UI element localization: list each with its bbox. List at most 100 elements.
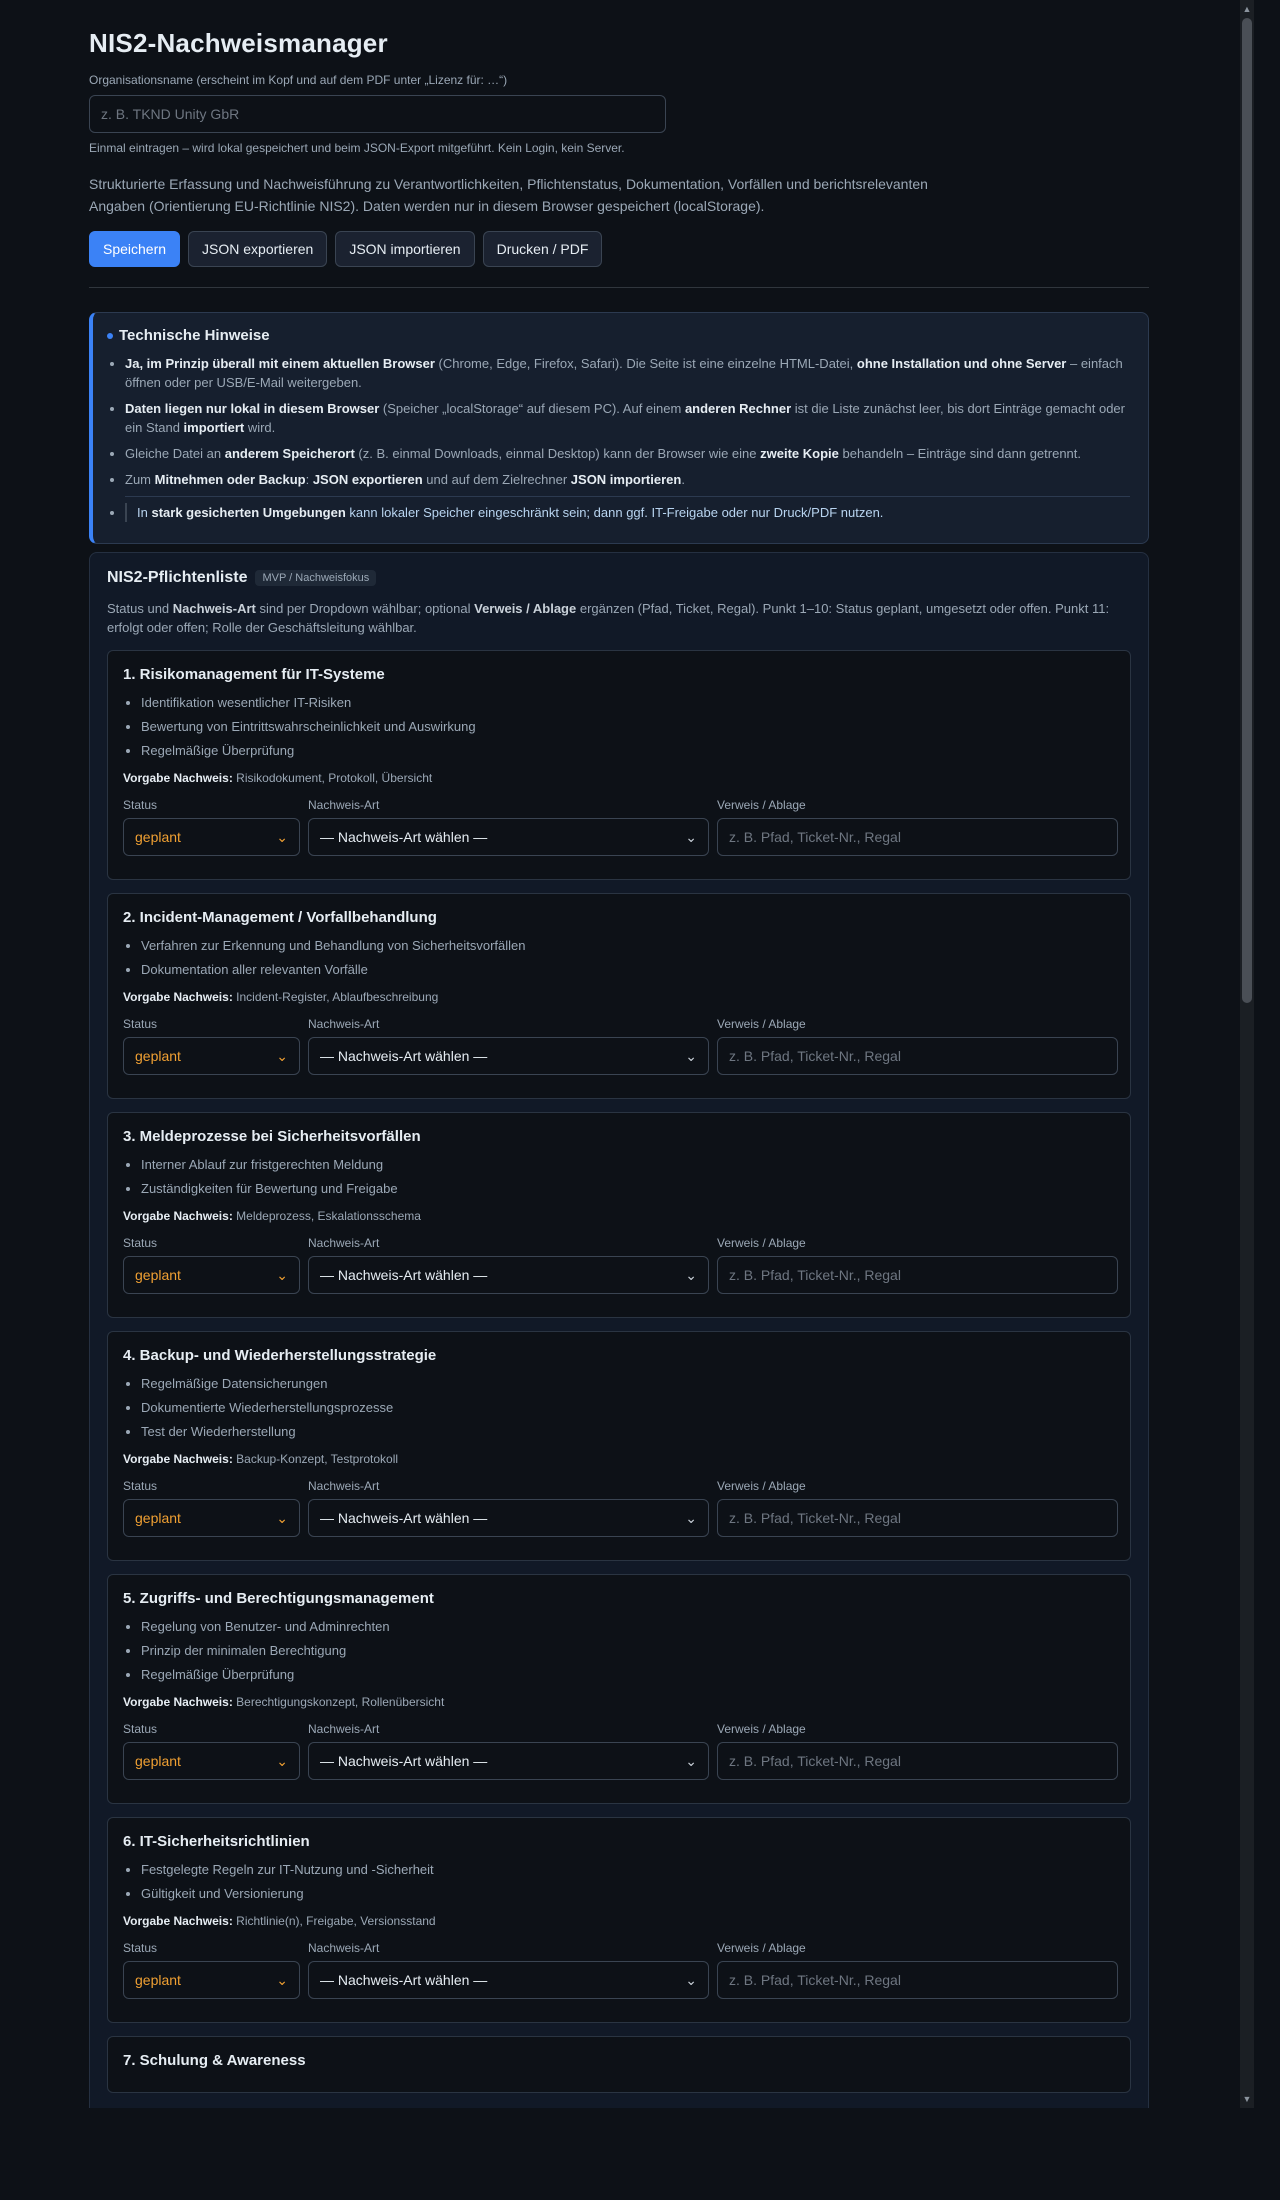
required-evidence: Vorgabe Nachweis: Backup-Konzept, Testpr… <box>123 1452 399 1466</box>
chevron-down-icon: ⌄ <box>276 1047 288 1064</box>
status-select[interactable]: geplant ⌄ <box>123 1961 300 1999</box>
reference-input[interactable] <box>717 1037 1118 1075</box>
evidence-type-select[interactable]: — Nachweis-Art wählen — ⌄ <box>308 1256 709 1294</box>
status-field: Status geplant ⌄ <box>123 1941 300 1999</box>
status-select[interactable]: geplant ⌄ <box>123 1037 300 1075</box>
org-name-input[interactable] <box>89 95 666 133</box>
evidence-type-field: Nachweis-Art — Nachweis-Art wählen — ⌄ <box>308 1236 709 1294</box>
chevron-down-icon: ⌄ <box>276 1971 288 1988</box>
checklist-item-title: 1. Risikomanagement für IT-Systeme <box>123 666 385 683</box>
status-label: Status <box>123 1941 158 1955</box>
chevron-down-icon: ⌄ <box>276 1509 288 1526</box>
required-evidence: Vorgabe Nachweis: Meldeprozess, Eskalati… <box>123 1209 421 1223</box>
chevron-down-icon: ⌄ <box>685 1752 697 1769</box>
status-label: Status <box>123 1722 158 1736</box>
reference-input[interactable] <box>717 818 1118 856</box>
status-field: Status geplant ⌄ <box>123 1236 300 1294</box>
checklist-item-bullets: Regelung von Benutzer- und Adminrechten P… <box>123 1619 1115 1683</box>
evidence-type-label: Nachweis-Art <box>308 1479 380 1493</box>
status-select[interactable]: geplant ⌄ <box>123 818 300 856</box>
evidence-type-select[interactable]: — Nachweis-Art wählen — ⌄ <box>308 1961 709 1999</box>
technical-hints-heading: Technische Hinweise <box>119 327 270 344</box>
chevron-down-icon: ⌄ <box>685 1047 697 1064</box>
evidence-type-field: Nachweis-Art — Nachweis-Art wählen — ⌄ <box>308 1017 709 1075</box>
chevron-down-icon: ⌄ <box>685 1266 697 1283</box>
checklist-item-fields: Status geplant ⌄ Nachweis-Art — Nachweis-Art… <box>123 798 1118 856</box>
evidence-type-select[interactable]: — Nachweis-Art wählen — ⌄ <box>308 1037 709 1075</box>
import-json-button[interactable]: JSON importieren <box>335 231 475 267</box>
checklist-item-card: 7. Schulung & Awareness <box>107 2036 1131 2093</box>
checklist-item-bullets: Verfahren zur Erkennung und Behandlung v… <box>123 938 1115 978</box>
checklist-item-fields: Status geplant ⌄ Nachweis-Art — Nachweis-Art… <box>123 1236 1118 1294</box>
reference-field: Verweis / Ablage <box>717 1941 1118 1999</box>
checklist-item-card: 2. Incident-Management / Vorfallbehandlu… <box>107 893 1131 1099</box>
checklist-panel: NIS2-Pflichtenliste MVP / Nachweisfokus … <box>89 552 1149 2108</box>
bullet-item: Verfahren zur Erkennung und Behandlung v… <box>141 938 1115 954</box>
chevron-down-icon: ⌄ <box>276 1752 288 1769</box>
evidence-type-label: Nachweis-Art <box>308 798 380 812</box>
save-button[interactable]: Speichern <box>89 231 181 267</box>
evidence-type-select[interactable]: — Nachweis-Art wählen — ⌄ <box>308 1742 709 1780</box>
bullet-item: Festgelegte Regeln zur IT-Nutzung und -S… <box>141 1862 1115 1878</box>
reference-label: Verweis / Ablage <box>717 1017 806 1031</box>
reference-field: Verweis / Ablage <box>717 1722 1118 1780</box>
technical-hints-list: Ja, im Prinzip überall mit einem aktuell… <box>107 354 1130 522</box>
checklist-item-title: 2. Incident-Management / Vorfallbehandlu… <box>123 909 437 926</box>
technical-hints-box: Technische Hinweise Ja, im Prinzip übera… <box>89 312 1149 544</box>
bullet-item: Regelmäßige Datensicherungen <box>141 1376 1115 1392</box>
checklist-item-bullets: Identifikation wesentlicher IT-Risiken Be… <box>123 695 1115 759</box>
bullet-item: Interner Ablauf zur fristgerechten Meldu… <box>141 1157 1115 1173</box>
vertical-scrollbar[interactable]: ▲ ▼ <box>1240 0 1254 2108</box>
checklist-item-fields: Status geplant ⌄ Nachweis-Art — Nachweis-Art… <box>123 1722 1118 1780</box>
checklist-item-title: 5. Zugriffs- und Berechtigungsmanagement <box>123 1590 434 1607</box>
evidence-type-field: Nachweis-Art — Nachweis-Art wählen — ⌄ <box>308 1722 709 1780</box>
status-select[interactable]: geplant ⌄ <box>123 1256 300 1294</box>
evidence-type-label: Nachweis-Art <box>308 1017 380 1031</box>
checklist-item-title: 4. Backup- und Wiederherstellungsstrateg… <box>123 1347 437 1364</box>
reference-input[interactable] <box>717 1499 1118 1537</box>
chevron-down-icon: ⌄ <box>685 1509 697 1526</box>
status-label: Status <box>123 798 158 812</box>
reference-label: Verweis / Ablage <box>717 1236 806 1250</box>
bullet-dot-icon <box>107 332 113 339</box>
required-evidence: Vorgabe Nachweis: Risikodokument, Protok… <box>123 771 433 785</box>
status-select[interactable]: geplant ⌄ <box>123 1499 300 1537</box>
scroll-down-arrow-icon[interactable]: ▼ <box>1240 2092 1254 2106</box>
page-viewport: NIS2-Nachweismanager Organisationsname (… <box>0 0 1240 2108</box>
reference-input[interactable] <box>717 1961 1118 1999</box>
toolbar: Speichern JSON exportieren JSON importie… <box>89 231 1149 267</box>
checklist-title: NIS2-Pflichtenliste MVP / Nachweisfokus <box>107 569 1131 587</box>
status-field: Status geplant ⌄ <box>123 1017 300 1075</box>
checklist-item-card: 1. Risikomanagement für IT-Systeme Identi… <box>107 650 1131 880</box>
chevron-down-icon: ⌄ <box>276 828 288 845</box>
evidence-type-label: Nachweis-Art <box>308 1941 380 1955</box>
reference-input[interactable] <box>717 1256 1118 1294</box>
checklist-item-title: 6. IT-Sicherheitsrichtlinien <box>123 1833 310 1850</box>
checklist-description: Status und Nachweis-Art sind per Dropdow… <box>107 601 1110 635</box>
status-select[interactable]: geplant ⌄ <box>123 1742 300 1780</box>
print-pdf-button[interactable]: Drucken / PDF <box>482 231 603 267</box>
evidence-type-select[interactable]: — Nachweis-Art wählen — ⌄ <box>308 1499 709 1537</box>
required-evidence: Vorgabe Nachweis: Berechtigungskonzept, … <box>123 1695 445 1709</box>
bullet-item: Dokumentierte Wiederherstellungsprozesse <box>141 1400 1115 1416</box>
evidence-type-select[interactable]: — Nachweis-Art wählen — ⌄ <box>308 818 709 856</box>
page-content: NIS2-Nachweismanager Organisationsname (… <box>89 0 1149 2108</box>
reference-input[interactable] <box>717 1742 1118 1780</box>
scrollbar-thumb[interactable] <box>1242 18 1252 1003</box>
reference-field: Verweis / Ablage <box>717 1236 1118 1294</box>
hint-item: Gleiche Datei an anderem Speicherort (z.… <box>125 444 1130 463</box>
scroll-up-arrow-icon[interactable]: ▲ <box>1240 2 1254 16</box>
bullet-item: Gültigkeit und Versionierung <box>141 1886 1115 1902</box>
reference-field: Verweis / Ablage <box>717 1479 1118 1537</box>
checklist-cards: 1. Risikomanagement für IT-Systeme Identi… <box>107 650 1131 2093</box>
org-name-hint: Einmal eintragen – wird lokal gespeicher… <box>89 141 625 155</box>
evidence-type-field: Nachweis-Art — Nachweis-Art wählen — ⌄ <box>308 1941 709 1999</box>
org-name-label: Organisationsname (erscheint im Kopf und… <box>89 73 508 87</box>
export-json-button[interactable]: JSON exportieren <box>188 231 328 267</box>
bullet-item: Identifikation wesentlicher IT-Risiken <box>141 695 1115 711</box>
hint-item-restricted-env: In stark gesicherten Umgebungen kann lok… <box>125 496 1130 522</box>
chevron-down-icon: ⌄ <box>685 828 697 845</box>
required-evidence: Vorgabe Nachweis: Incident-Register, Abl… <box>123 990 439 1004</box>
evidence-type-field: Nachweis-Art — Nachweis-Art wählen — ⌄ <box>308 1479 709 1537</box>
reference-field: Verweis / Ablage <box>717 798 1118 856</box>
